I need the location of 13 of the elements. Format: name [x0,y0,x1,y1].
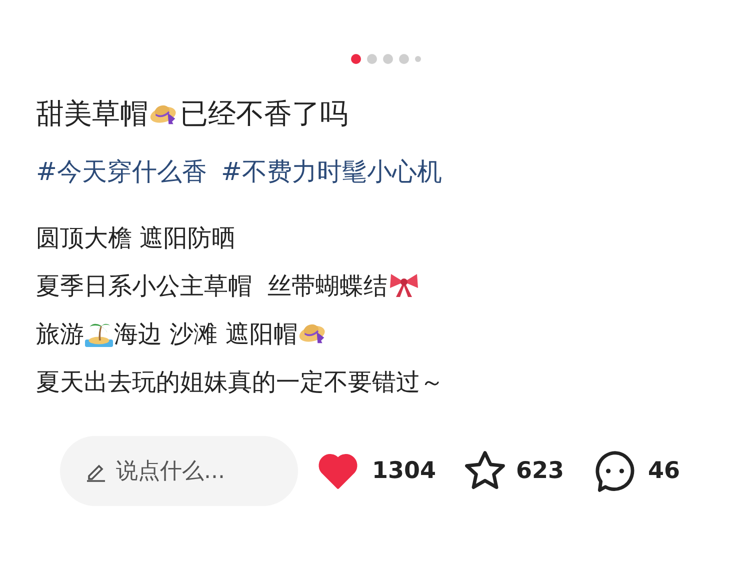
body-text: 夏天出去玩的姐妹真的一定不要错过～ [36,368,444,396]
like-count: 1304 [372,456,436,486]
body-text: 旅游 [36,320,84,348]
post-title: 甜美草帽 [36,97,148,130]
body-text: 海边 沙滩 遮阳帽 [114,320,298,348]
favorite-count: 623 [516,456,564,486]
hashtag-link[interactable]: #不费力时髦小心机 [220,154,442,190]
comment-count: 46 [648,456,680,486]
comment-field[interactable]: 说点什么... [60,436,298,506]
hashtag-link[interactable]: #今天穿什么香 [36,154,207,190]
body-text: 圆顶大檐 遮阳防晒 [36,224,236,252]
post-title: 已经不香了吗 [180,97,348,130]
body-text: 夏季日系小公主草帽 丝带蝴蝶结 [36,272,388,300]
